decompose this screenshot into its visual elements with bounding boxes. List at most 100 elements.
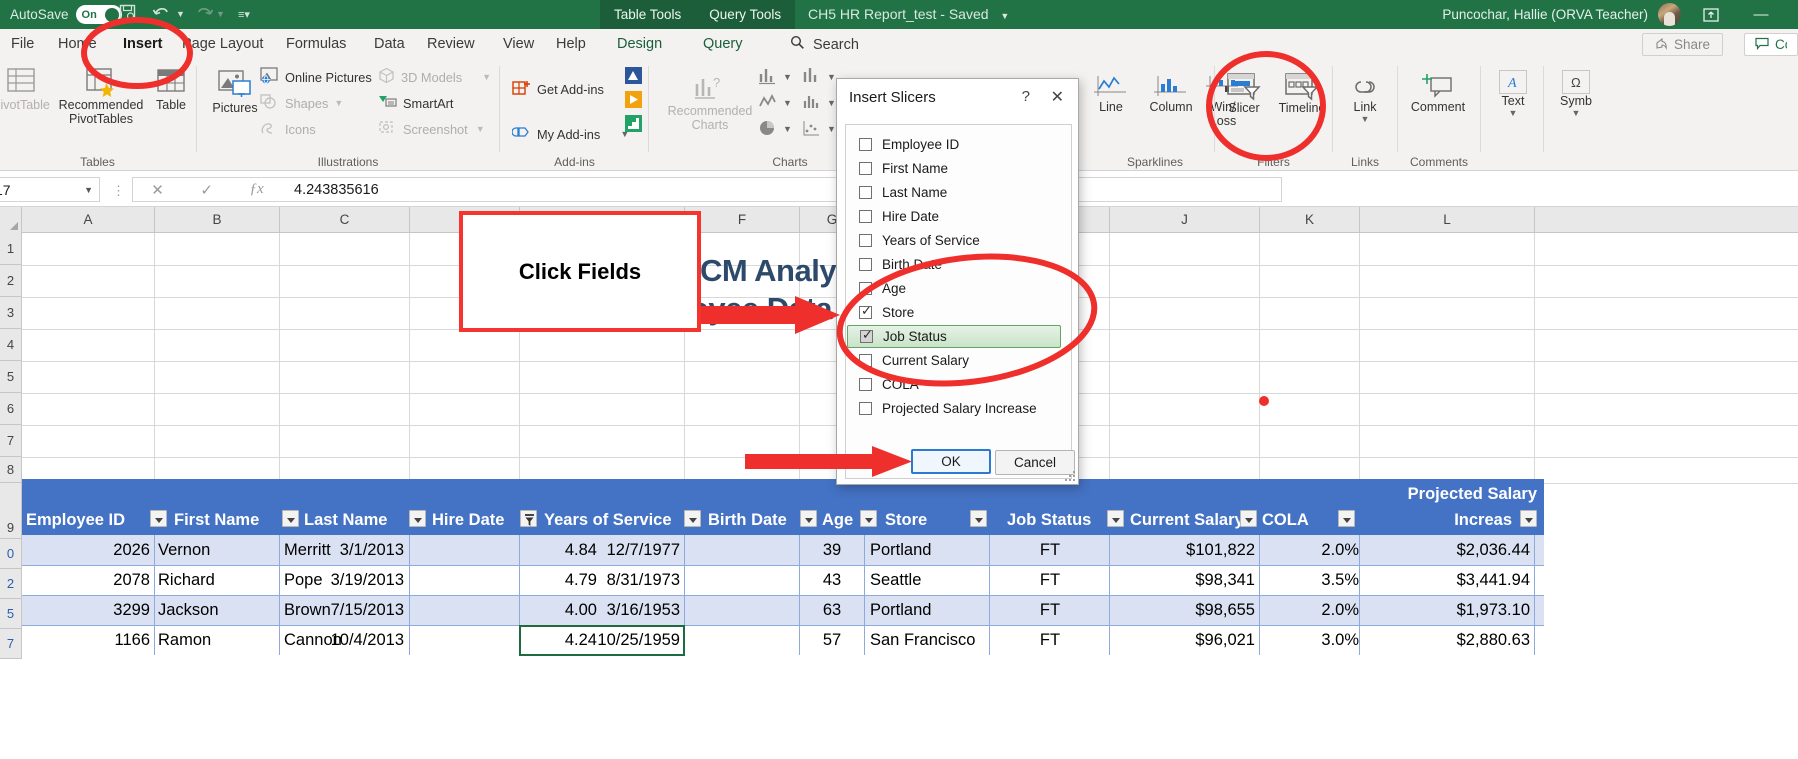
slicer-field-hire-date[interactable]: Hire Date [847,205,1055,228]
column-header-l[interactable]: L [1360,207,1535,233]
table-row[interactable]: 1166 Ramon Cannon 10/4/2013 4.24 10/25/1… [22,625,1544,655]
checkbox-projected-salary-increase[interactable] [859,402,872,415]
context-tab-table-tools[interactable]: Table Tools [600,0,696,29]
table-row[interactable]: 3299 Jackson Brown 7/15/2013 4.00 3/16/1… [22,595,1544,625]
row-header-12[interactable]: 5 [0,599,22,629]
share-button[interactable]: Share [1641,33,1723,56]
insert-slicers-dialog[interactable]: Insert Slicers ? ✕ Employee ID First Nam… [836,78,1079,485]
screenshot-chevron-down-icon[interactable]: ▼ [476,124,485,134]
table-row[interactable]: 2078 Richard Pope 3/19/2013 4.79 8/31/19… [22,565,1544,595]
3d-models-chevron-down-icon[interactable]: ▼ [482,72,491,82]
checkbox-job-status[interactable] [860,327,873,343]
avatar[interactable] [1658,3,1681,26]
column-header-b[interactable]: B [155,207,280,233]
redo-icon[interactable] [193,3,215,22]
dialog-close-icon[interactable]: ✕ [1051,87,1064,107]
formula-bar-grip[interactable]: ⋮ [112,183,126,199]
get-add-ins-button[interactable]: Get Add-ins [512,78,604,100]
row-header-7[interactable]: 7 [0,425,22,457]
text-button[interactable]: A Text ▼ [1482,70,1544,119]
name-box[interactable]: 17 ▼ [0,177,100,202]
slicer-field-job-status[interactable]: Job Status [847,325,1061,348]
line-chart-icon[interactable] [758,92,780,117]
confirm-entry-icon[interactable]: ✓ [200,181,213,199]
filter-dropdown-store[interactable] [970,510,987,527]
name-box-chevron-down-icon[interactable]: ▼ [84,185,93,195]
pictures-button[interactable]: Pictures [204,68,266,115]
search-input[interactable]: Search [790,29,859,60]
slicer-field-list[interactable]: Employee ID First Name Last Name Hire Da… [845,124,1072,479]
column-header-f[interactable]: F [685,207,800,233]
column-chart-chevron-down-icon[interactable]: ▼ [783,72,792,82]
autosave-toggle[interactable]: On [75,5,122,24]
tab-file[interactable]: File [0,29,45,60]
icons-button[interactable]: Icons [260,118,316,140]
column-header-k[interactable]: K [1260,207,1360,233]
column-header-a[interactable]: A [22,207,155,233]
checkbox-employee-id[interactable] [859,138,872,151]
slicer-field-years-of-service[interactable]: Years of Service [847,229,1055,252]
insert-function-icon[interactable]: ƒx [250,181,264,198]
tab-data[interactable]: Data [363,29,416,60]
document-title-caret-icon[interactable]: ▼ [1000,11,1009,21]
tab-review[interactable]: Review [416,29,486,60]
tab-page-layout[interactable]: Page Layout [171,29,274,60]
slicer-field-age[interactable]: Age [847,277,1055,300]
undo-dropdown-icon[interactable]: ▼ [176,9,185,19]
filter-dropdown-projected-salary-increase[interactable] [1520,510,1537,527]
histogram-chart-icon[interactable] [802,92,824,117]
comments-button[interactable]: Comment [1744,33,1798,56]
3d-models-button[interactable]: 3D Models ▼ [378,66,491,88]
filter-dropdown-years-of-service[interactable] [684,510,701,527]
checkbox-store[interactable] [859,303,872,319]
my-add-ins-button[interactable]: My Add-ins ▼ [511,123,629,145]
comment-button[interactable]: Comment [1403,72,1473,114]
cancel-entry-icon[interactable]: ✕ [151,181,164,199]
tab-home[interactable]: Home [47,29,108,60]
sparkline-column-button[interactable]: Column [1140,72,1202,114]
bar-chart-chevron-down-icon[interactable]: ▼ [827,72,836,82]
row-header-4[interactable]: 4 [0,329,22,361]
slicer-field-cola[interactable]: COLA [847,373,1055,396]
table-button[interactable]: Table [140,66,202,112]
slicer-field-projected-salary-increase[interactable]: Projected Salary Increase [847,397,1069,420]
checkbox-hire-date[interactable] [859,210,872,223]
row-header-13[interactable]: 7 [0,629,22,659]
filter-dropdown-cola[interactable] [1338,510,1355,527]
undo-icon[interactable] [152,3,174,22]
document-title[interactable]: CH5 HR Report_test - Saved ▼ [768,0,1009,29]
tab-design[interactable]: Design [606,29,673,60]
filter-dropdown-age[interactable] [860,510,877,527]
dialog-help-icon[interactable]: ? [1022,88,1030,105]
checkbox-current-salary[interactable] [859,354,872,367]
addin-tile-icon-3[interactable] [624,114,643,138]
row-header-2[interactable]: 2 [0,265,22,297]
filter-dropdown-employee-id[interactable] [150,510,167,527]
shapes-chevron-down-icon[interactable]: ▼ [334,98,343,108]
checkbox-years-of-service[interactable] [859,234,872,247]
tab-formulas[interactable]: Formulas [275,29,357,60]
tab-help[interactable]: Help [545,29,597,60]
link-button[interactable]: Link ▼ [1334,74,1396,125]
tab-query[interactable]: Query [692,29,754,60]
pivottable-button[interactable]: PivotTable [0,66,52,112]
histogram-chart-chevron-down-icon[interactable]: ▼ [827,98,836,108]
autosave-control[interactable]: AutoSave On [10,5,122,24]
pie-chart-chevron-down-icon[interactable]: ▼ [783,124,792,134]
tab-insert[interactable]: Insert [112,29,174,60]
tab-view[interactable]: View [492,29,545,60]
scatter-chart-chevron-down-icon[interactable]: ▼ [827,124,836,134]
scatter-chart-icon[interactable] [802,118,824,143]
symbols-chevron-down-icon[interactable]: ▼ [1572,108,1581,118]
row-header-3[interactable]: 3 [0,297,22,329]
checkbox-first-name[interactable] [859,162,872,175]
row-header-6[interactable]: 6 [0,393,22,425]
slicer-field-birth-date[interactable]: Birth Date [847,253,1055,276]
checkbox-birth-date[interactable] [859,258,872,271]
select-all-corner[interactable] [0,207,22,233]
line-chart-chevron-down-icon[interactable]: ▼ [783,98,792,108]
row-header-9[interactable]: 9 [0,483,22,539]
sparkline-line-button[interactable]: Line [1080,72,1142,114]
screenshot-button[interactable]: Screenshot ▼ [378,118,485,140]
customize-qat-icon[interactable]: ≡▾ [238,8,250,21]
